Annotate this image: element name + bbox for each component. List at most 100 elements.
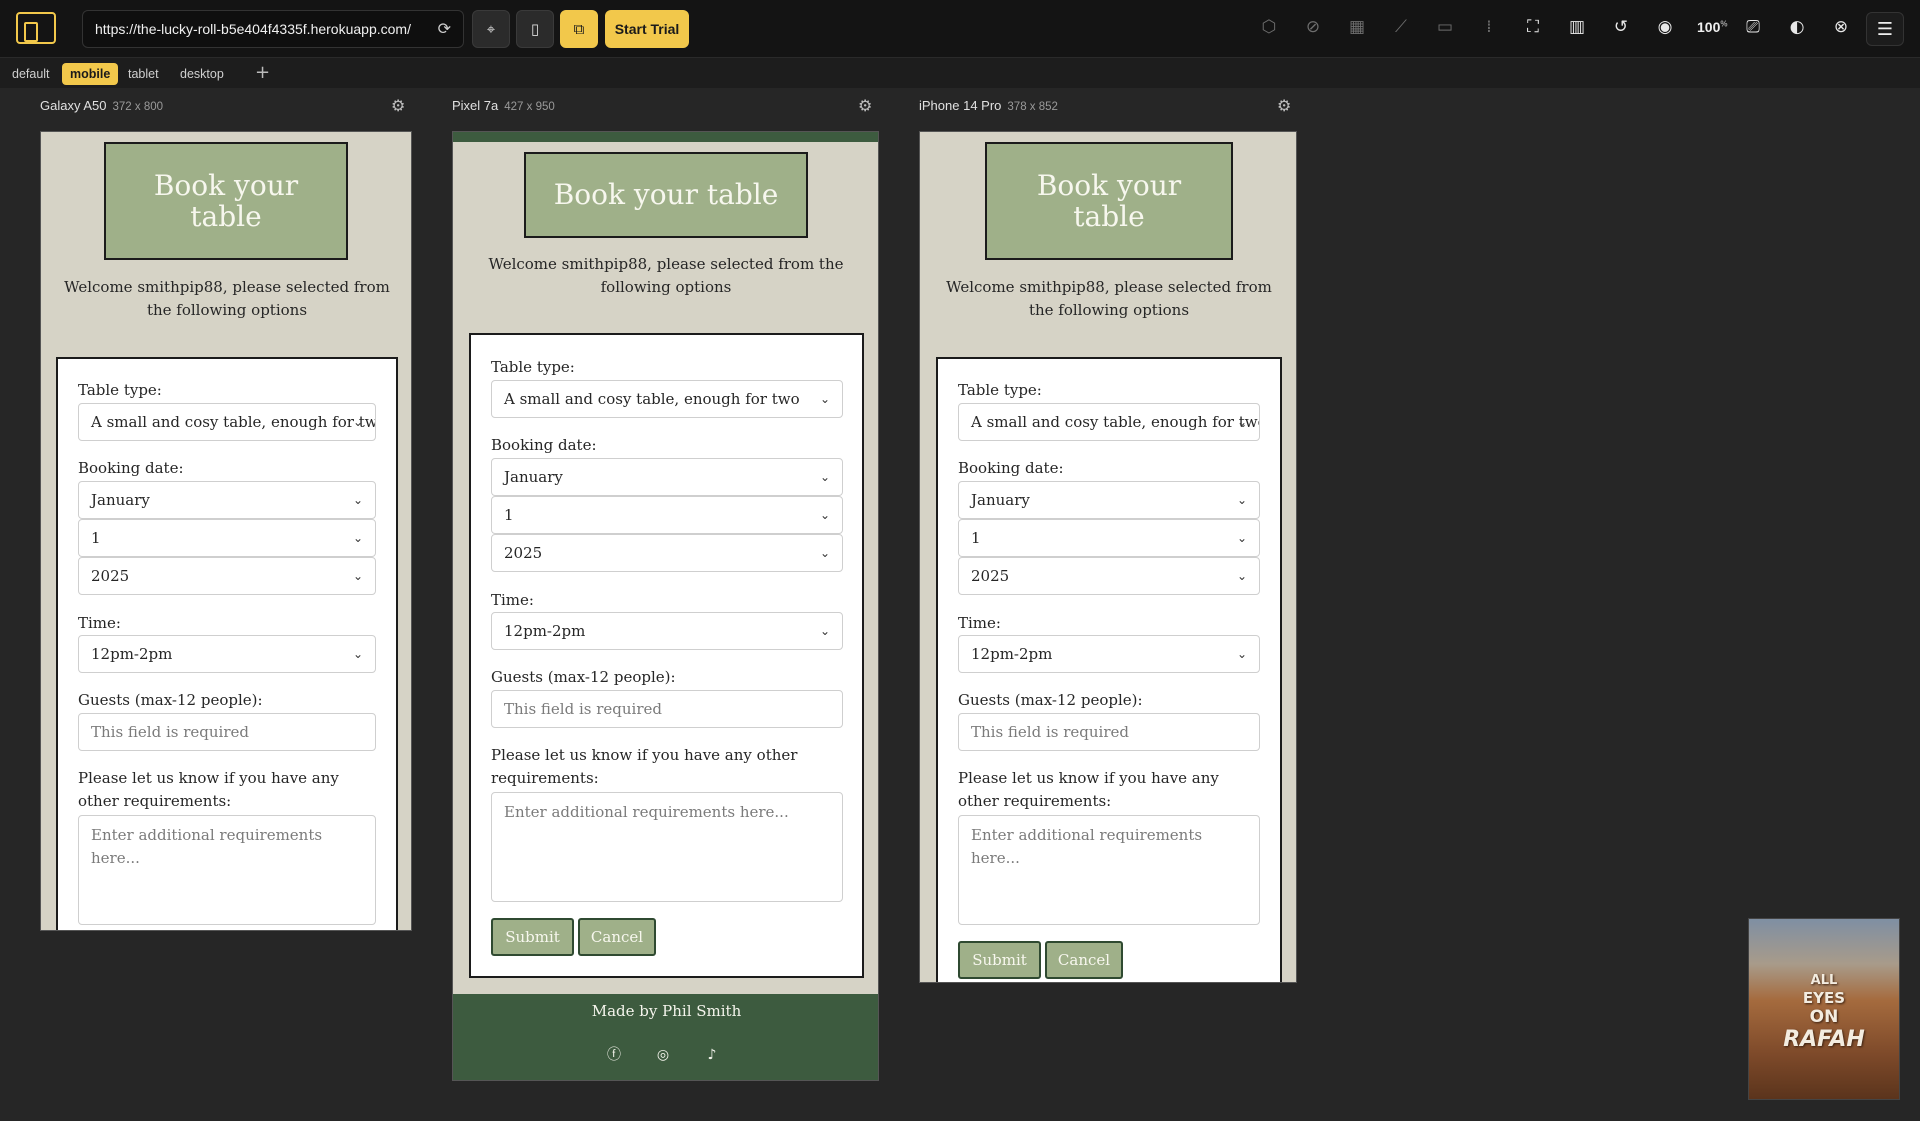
- chevron-down-icon: ⌄: [819, 470, 830, 484]
- submit-button[interactable]: Submit: [491, 918, 574, 956]
- tab-tablet[interactable]: tablet: [120, 63, 167, 85]
- floating-image-thumbnail[interactable]: ALL EYES ON RAFAH: [1748, 918, 1900, 1100]
- gear-icon[interactable]: ⚙: [858, 96, 872, 115]
- page-title: Book your table: [985, 142, 1233, 260]
- tab-mobile[interactable]: mobile: [62, 63, 119, 85]
- chevron-down-icon: ⌄: [1236, 415, 1247, 429]
- guests-input[interactable]: This field is required: [78, 713, 376, 751]
- zoom-unit: %: [1720, 19, 1728, 29]
- table-type-label: Table type:: [78, 381, 162, 399]
- dots-grid-icon[interactable]: ⁞: [1477, 17, 1501, 37]
- rectangle-icon[interactable]: ▭: [1433, 17, 1457, 37]
- thumbnail-text: ALL: [1810, 973, 1838, 988]
- device-header: iPhone 14 Pro 378 x 852: [919, 98, 1058, 116]
- day-value: 1: [971, 529, 981, 547]
- gear-icon[interactable]: ⚙: [1277, 96, 1291, 115]
- camera-icon[interactable]: ◉: [1653, 17, 1677, 37]
- time-value: 12pm-2pm: [971, 645, 1053, 663]
- tab-desktop[interactable]: desktop: [172, 63, 232, 85]
- day-value: 1: [504, 506, 514, 524]
- day-select[interactable]: 1 ⌄: [491, 496, 843, 534]
- facebook-icon[interactable]: ⓕ: [605, 1046, 623, 1064]
- sidebar-icon[interactable]: ▥: [1565, 17, 1589, 37]
- cube-icon[interactable]: ⬡: [1257, 17, 1281, 37]
- requirements-label: Please let us know if you have any other…: [491, 746, 798, 788]
- table-type-select[interactable]: A small and cosy table, enough for two ⌄: [958, 403, 1260, 441]
- submit-button[interactable]: Submit: [958, 941, 1041, 979]
- url-bar[interactable]: https://the-lucky-roll-b5e404f4335f.hero…: [82, 10, 464, 48]
- gear-icon[interactable]: ⚙: [391, 96, 405, 115]
- chevron-down-icon: ⌄: [1236, 569, 1247, 583]
- app-logo-icon[interactable]: [16, 12, 56, 44]
- device-rotate-icon[interactable]: ⎚: [1741, 17, 1765, 37]
- time-label: Time:: [958, 614, 1001, 632]
- inspect-cursor-button[interactable]: ⌖: [472, 10, 510, 48]
- tiktok-icon[interactable]: ♪: [703, 1046, 721, 1064]
- cancel-button[interactable]: Cancel: [1045, 941, 1123, 979]
- requirements-textarea[interactable]: Enter additional requirements here...: [491, 792, 843, 902]
- device-dims: 378 x 852: [1007, 101, 1058, 113]
- requirements-label: Please let us know if you have any other…: [78, 769, 339, 811]
- add-tab-button[interactable]: +: [255, 62, 270, 83]
- device-name: Pixel 7a: [452, 98, 499, 113]
- guests-input[interactable]: This field is required: [491, 690, 843, 728]
- chevron-down-icon: ⌄: [1236, 493, 1247, 507]
- time-select[interactable]: 12pm-2pm ⌄: [78, 635, 376, 673]
- ruler-icon[interactable]: ⟋: [1389, 17, 1413, 37]
- grid-icon[interactable]: ▦: [1345, 17, 1369, 37]
- time-select[interactable]: 12pm-2pm ⌄: [491, 612, 843, 650]
- chevron-down-icon: ⌄: [352, 647, 363, 661]
- day-select[interactable]: 1 ⌄: [958, 519, 1260, 557]
- requirements-textarea[interactable]: Enter additional requirements here...: [78, 815, 376, 925]
- page-title: Book your table: [524, 152, 808, 238]
- year-select[interactable]: 2025 ⌄: [78, 557, 376, 595]
- instagram-icon[interactable]: ◎: [654, 1046, 672, 1064]
- booking-date-label: Booking date:: [491, 436, 597, 454]
- month-value: January: [971, 491, 1030, 509]
- overlap-icon[interactable]: ⊘: [1301, 17, 1325, 37]
- start-trial-button[interactable]: Start Trial: [605, 10, 689, 48]
- guests-label: Guests (max-12 people):: [78, 691, 263, 709]
- year-select[interactable]: 2025 ⌄: [958, 557, 1260, 595]
- time-label: Time:: [78, 614, 121, 632]
- month-select[interactable]: January ⌄: [491, 458, 843, 496]
- requirements-textarea[interactable]: Enter additional requirements here...: [958, 815, 1260, 925]
- chevron-down-icon: ⌄: [819, 624, 830, 638]
- mobile-view-button[interactable]: ▯: [516, 10, 554, 48]
- booking-form: Table type: A small and cosy table, enou…: [936, 357, 1282, 982]
- month-select[interactable]: January ⌄: [958, 481, 1260, 519]
- month-value: January: [91, 491, 150, 509]
- reload-icon[interactable]: ⟳: [438, 19, 451, 39]
- table-type-value: A small and cosy table, enough for two: [504, 390, 800, 408]
- zoom-level[interactable]: 100%: [1697, 19, 1727, 35]
- year-select[interactable]: 2025 ⌄: [491, 534, 843, 572]
- chevron-down-icon: ⌄: [352, 531, 363, 545]
- screenshot-frame-icon[interactable]: ⛶: [1521, 17, 1545, 37]
- thumbnail-text: ON: [1809, 1007, 1839, 1027]
- device-viewport-galaxy: Book your table Welcome smithpip88, plea…: [40, 131, 412, 931]
- phone-icon: ▯: [530, 20, 540, 38]
- time-value: 12pm-2pm: [504, 622, 586, 640]
- close-circle-icon[interactable]: ⊗: [1829, 17, 1853, 37]
- cancel-button[interactable]: Cancel: [578, 918, 656, 956]
- table-type-label: Table type:: [491, 358, 575, 376]
- top-strip: [453, 132, 878, 142]
- booking-form: Table type: A small and cosy table, enou…: [469, 333, 864, 978]
- chevron-down-icon: ⌄: [1236, 531, 1247, 545]
- booking-form: Table type: A small and cosy table, enou…: [56, 357, 398, 930]
- month-value: January: [504, 468, 563, 486]
- day-select[interactable]: 1 ⌄: [78, 519, 376, 557]
- table-type-value: A small and cosy table, enough for two: [91, 413, 376, 431]
- multi-device-button[interactable]: ⧉: [560, 10, 598, 48]
- table-type-select[interactable]: A small and cosy table, enough for two ⌄: [78, 403, 376, 441]
- tab-default[interactable]: default: [4, 63, 58, 85]
- discord-icon[interactable]: ◐: [1785, 17, 1809, 37]
- rotate-icon[interactable]: ↺: [1609, 17, 1633, 37]
- layout-tabs: default mobile tablet desktop: [0, 58, 1920, 88]
- table-type-select[interactable]: A small and cosy table, enough for two ⌄: [491, 380, 843, 418]
- chevron-down-icon: ⌄: [819, 508, 830, 522]
- month-select[interactable]: January ⌄: [78, 481, 376, 519]
- guests-input[interactable]: This field is required: [958, 713, 1260, 751]
- time-select[interactable]: 12pm-2pm ⌄: [958, 635, 1260, 673]
- menu-button[interactable]: ☰: [1866, 12, 1904, 46]
